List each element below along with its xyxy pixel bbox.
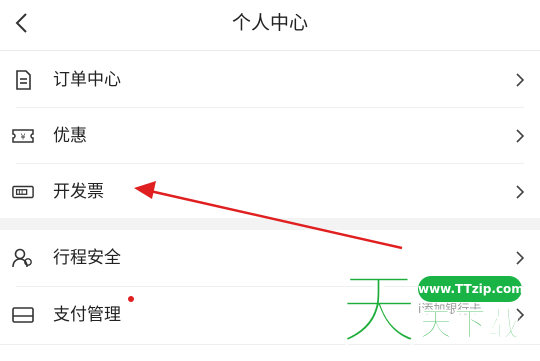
watermark-url: www.TTzip.com <box>418 276 524 302</box>
watermark-logo: 天 <box>339 265 419 355</box>
watermark-text: 天下载 <box>419 305 523 343</box>
